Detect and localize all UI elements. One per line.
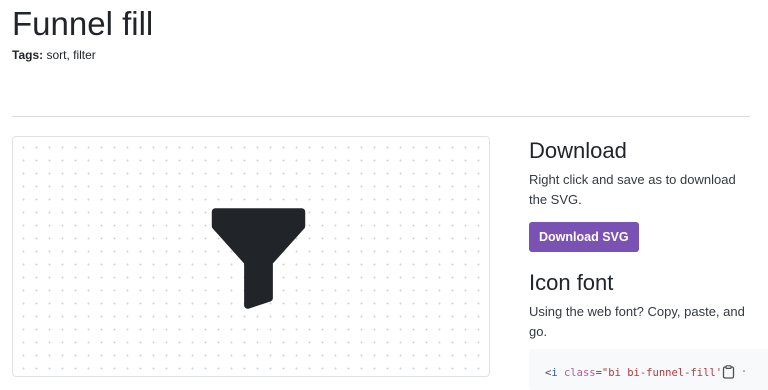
tags-value: sort, filter (43, 48, 96, 62)
funnel-fill-icon (211, 208, 306, 309)
code-snippet-box: <i class="bi bi-funnel-fill' (529, 349, 768, 390)
section-divider (12, 116, 750, 117)
tags-line: Tags: sort, filter (12, 47, 96, 63)
clipboard-icon[interactable] (722, 365, 735, 379)
download-heading: Download (529, 138, 627, 163)
icon-font-description: Using the web font? Copy, paste, and go. (529, 304, 745, 339)
download-description: Right click and save as to download the … (529, 172, 736, 207)
code-attr: class (563, 367, 596, 379)
overflow-dot (743, 370, 745, 372)
download-svg-button[interactable]: Download SVG (529, 222, 639, 252)
page-title: Funnel fill (12, 5, 154, 42)
code-tag: i (551, 367, 558, 379)
sidebar: Download Right click and save as to down… (529, 138, 768, 342)
icon-preview-panel (12, 136, 490, 377)
icon-font-heading: Icon font (529, 270, 614, 295)
tags-label: Tags: (12, 48, 44, 62)
code-snippet[interactable]: <i class="bi bi-funnel-fill' (545, 366, 722, 380)
code-value: "bi bi-funnel-fill' (601, 367, 723, 379)
